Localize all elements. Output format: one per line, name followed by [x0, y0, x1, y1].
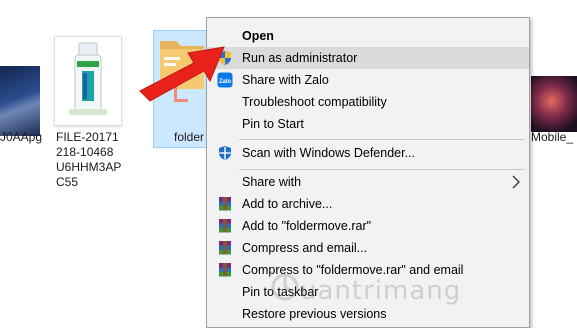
winrar-icon	[219, 263, 231, 277]
image-thumbnail	[531, 76, 577, 132]
menu-item-restore-previous-versions[interactable]: Restore previous versions	[207, 303, 529, 325]
menu-item-scan-with-windows-defender[interactable]: Scan with Windows Defender...	[207, 142, 529, 164]
menu-item-label: Restore previous versions	[242, 307, 387, 321]
bottle-image	[69, 42, 107, 115]
menu-item-label: Run as administrator	[242, 51, 358, 65]
menu-item-label: Add to archive...	[242, 197, 333, 211]
winrar-icon	[219, 241, 231, 255]
menu-item-run-as-administrator[interactable]: Run as administrator	[207, 47, 529, 69]
winrar-icon	[219, 219, 231, 233]
windows-defender-icon	[219, 146, 231, 160]
watermark-logo-icon	[271, 273, 299, 301]
menu-item-troubleshoot-compatibility[interactable]: Troubleshoot compatibility	[207, 91, 529, 113]
winrar-icon	[219, 197, 231, 211]
menu-item-label: Troubleshoot compatibility	[242, 95, 387, 109]
menu-item-label: Add to "foldermove.rar"	[242, 219, 372, 233]
image-thumbnail	[0, 66, 40, 136]
file-label: folder	[174, 130, 205, 144]
menu-item-share-with[interactable]: Share with	[207, 171, 529, 193]
menu-item-open[interactable]: Open	[207, 25, 529, 47]
menu-item-share-with-zalo[interactable]: Zalo Share with Zalo	[207, 69, 529, 91]
image-thumbnail	[54, 36, 122, 126]
menu-item-compress-and-email[interactable]: Compress and email...	[207, 237, 529, 259]
menu-separator	[239, 139, 525, 140]
chevron-right-icon	[512, 175, 520, 189]
menu-item-add-to-archive[interactable]: Add to archive...	[207, 193, 529, 215]
file-label: J0AApg	[0, 130, 43, 144]
menu-item-label: Share with Zalo	[242, 73, 329, 87]
menu-separator	[239, 169, 525, 170]
watermark-text: uantrimang	[300, 276, 462, 306]
menu-item-label: Pin to Start	[242, 117, 304, 131]
menu-item-label: Compress and email...	[242, 241, 368, 255]
file-label: FILE-20171218-10468U6HHM3APC55	[56, 130, 122, 189]
menu-item-add-to-foldermove-rar[interactable]: Add to "foldermove.rar"	[207, 215, 529, 237]
menu-item-pin-to-start[interactable]: Pin to Start	[207, 113, 529, 135]
file-label: Mobile_	[531, 130, 574, 144]
menu-item-label: Scan with Windows Defender...	[242, 146, 415, 160]
menu-item-label: Share with	[242, 175, 302, 189]
red-arrow-annotation	[139, 46, 225, 102]
menu-item-label: Open	[242, 29, 274, 43]
